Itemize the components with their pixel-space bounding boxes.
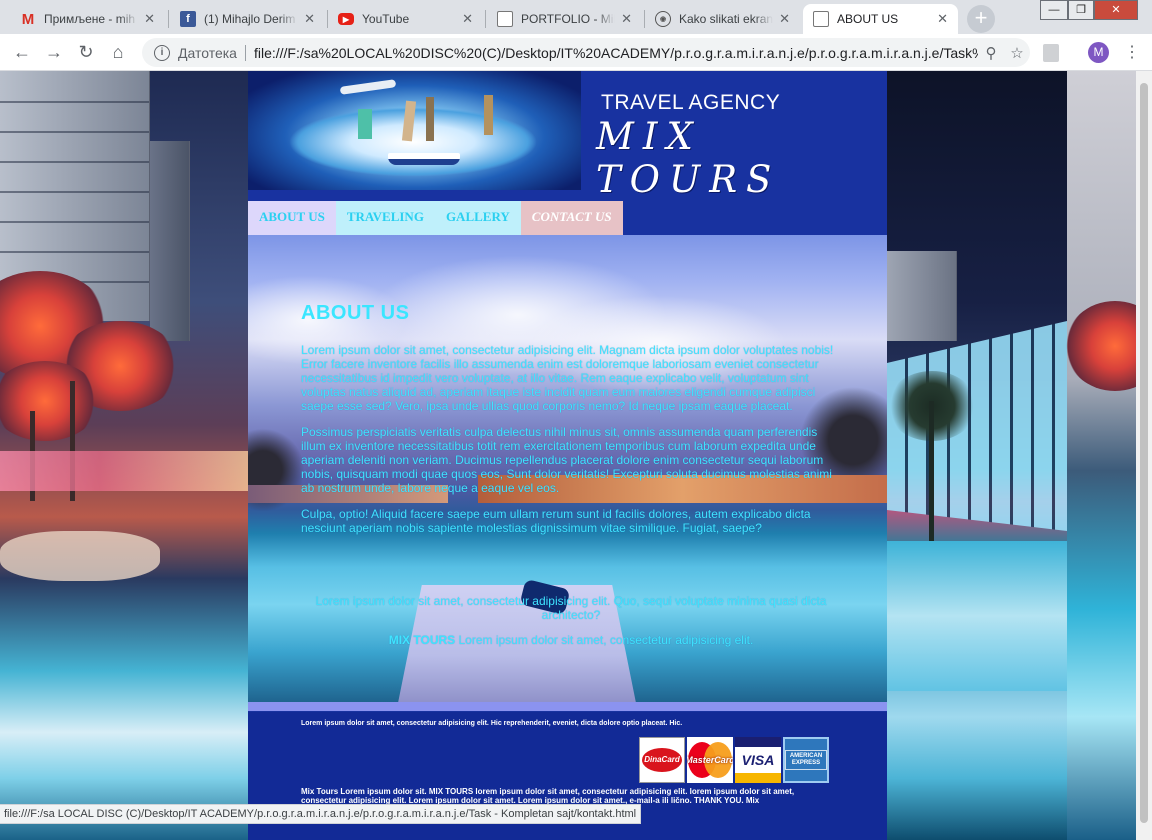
forward-icon[interactable]: → [42,41,66,63]
brand-logo-text[interactable]: MIX TOURS [596,115,887,201]
background-image-left [0,71,248,840]
tab-title: ABOUT US [837,12,899,26]
card-label: VISA [741,752,775,768]
tab-title: PORTFOLIO - Mih [521,12,616,26]
tab-title: (1) Mihajlo Derim [204,12,296,26]
browser-toolbar: ← → ↻ ⌂ i Датотека file:///F:/sa%20LOCAL… [0,34,1152,71]
card-label: AMERICAN EXPRESS [785,750,827,770]
reload-icon[interactable]: ↻ [74,41,98,63]
back-icon[interactable]: ← [10,41,34,63]
header-banner-image [248,71,581,190]
page-icon [497,11,513,27]
footer-text: Mix Tours Lorem ipsum dolor sit. MIX TOU… [301,787,795,805]
tab-youtube[interactable]: ▶ YouTube ✕ [328,4,483,34]
tab-lightshot[interactable]: ◉ Kako slikati ekran ✕ [645,4,800,34]
avatar[interactable]: M [1088,42,1109,63]
about-tagline: Lorem ipsum dolor sit amet, consectetur … [315,594,827,622]
divider [248,702,887,711]
home-icon[interactable]: ⌂ [106,41,130,63]
nav-traveling[interactable]: TRAVELING [335,201,435,235]
scrollbar-thumb[interactable] [1140,83,1148,823]
amex-logo: AMERICAN EXPRESS [783,737,829,783]
lightshot-icon: ◉ [655,11,671,27]
window-controls: — ❐ ✕ [1040,0,1138,20]
website-container: TRAVEL AGENCY MIX TOURS ABOUT US TRAVELI… [248,71,887,840]
card-label: DinaCard [642,748,682,772]
about-paragraph: Culpa, optio! Aliquid facere saepe eum u… [301,507,811,535]
page-title: ABOUT US [301,302,410,324]
brand-subtitle: TRAVEL AGENCY [601,91,781,114]
brand-line-text: Lorem ipsum dolor sit amet, consectetur … [455,633,754,647]
tab-title: Kako slikati ekran [679,12,774,26]
page-scrollbar[interactable] [1136,71,1152,840]
bookmark-star-icon[interactable]: ☆ [1004,44,1030,62]
pdf-extension-icon[interactable] [1043,44,1059,62]
page-viewport: TRAVEL AGENCY MIX TOURS ABOUT US TRAVELI… [0,71,1136,840]
tab-title: YouTube [362,12,410,26]
menu-icon[interactable]: ⋮ [1124,42,1140,63]
scheme-label: Датотека [178,44,237,61]
url-text[interactable]: file:///F:/sa%20LOCAL%20DISC%20(C)/Deskt… [254,45,978,61]
about-brand-line: MIX TOURS Lorem ipsum dolor sit amet, co… [306,633,836,647]
close-tab-icon[interactable]: ✕ [144,11,155,27]
background-image-right [887,71,1136,840]
zoom-icon[interactable]: ⚲ [978,44,1004,62]
close-tab-icon[interactable]: ✕ [779,11,790,27]
tab-portfolio[interactable]: PORTFOLIO - Mih ✕ [487,4,642,34]
close-window-button[interactable]: ✕ [1094,0,1138,20]
card-label: MasterCard [687,755,733,765]
new-tab-button[interactable]: + [967,5,995,33]
tab-about-us[interactable]: ABOUT US ✕ [803,4,958,34]
tab-facebook[interactable]: f (1) Mihajlo Derim ✕ [170,4,325,34]
youtube-icon: ▶ [338,13,354,25]
close-tab-icon[interactable]: ✕ [621,11,632,27]
mastercard-logo: MasterCard [687,737,733,783]
gmail-icon: M [21,10,35,28]
nav-contact-us[interactable]: CONTACT US [520,201,623,235]
minimize-button[interactable]: — [1040,0,1068,20]
close-tab-icon[interactable]: ✕ [304,11,315,27]
tab-gmail[interactable]: M Примљене - mih ✕ [10,4,165,34]
main-nav: ABOUT US TRAVELING GALLERY CONTACT US [248,201,623,235]
footer-text: Lorem ipsum dolor sit amet, consectetur … [301,720,683,727]
about-paragraph: Lorem ipsum dolor sit amet, consectetur … [301,343,834,413]
close-tab-icon[interactable]: ✕ [937,11,948,27]
nav-gallery[interactable]: GALLERY [434,201,521,235]
visa-logo: VISA [735,737,781,783]
tab-title: Примљене - mih [44,12,136,26]
info-icon[interactable]: i [154,44,170,61]
address-bar[interactable]: i Датотека file:///F:/sa%20LOCAL%20DISC%… [142,38,1030,67]
about-section: ABOUT US Lorem ipsum dolor sit amet, con… [248,235,887,709]
status-bar-url: file:///F:/sa LOCAL DISC (C)/Desktop/IT … [0,804,642,824]
tab-strip: M Примљене - mih ✕ f (1) Mihajlo Derim ✕… [0,0,1152,34]
page-icon [813,11,829,27]
facebook-icon: f [180,11,196,27]
about-paragraph: Possimus perspiciatis veritatis culpa de… [301,425,832,495]
nav-about-us[interactable]: ABOUT US [248,201,336,235]
dinacard-logo: DinaCard [639,737,685,783]
restore-button[interactable]: ❐ [1068,0,1094,20]
brand-highlight: MIX TOURS [388,633,456,647]
close-tab-icon[interactable]: ✕ [462,11,473,27]
payment-cards: DinaCard MasterCard VISA AMERICAN EXPRES… [639,737,829,783]
